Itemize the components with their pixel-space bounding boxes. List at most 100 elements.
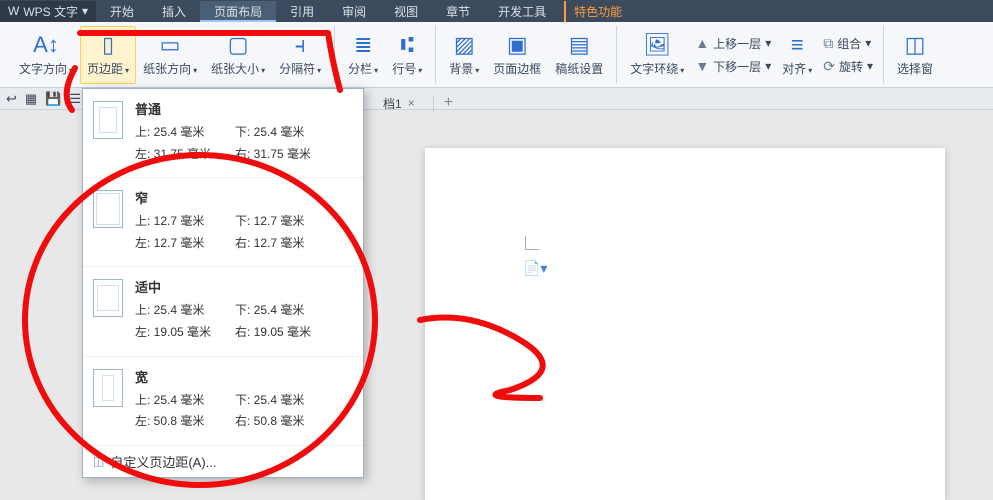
align-icon: ≡ <box>791 32 804 58</box>
page-border-button[interactable]: ▣ 页面边框 <box>486 26 548 84</box>
menubar: W WPS 文字 ▾ 开始 插入 页面布局 引用 审阅 视图 章节 开发工具 特… <box>0 0 993 22</box>
background-button[interactable]: ▨ 背景▾ <box>442 26 486 84</box>
document-tabbar: 档1 × + <box>365 92 463 114</box>
align-button[interactable]: ≡ 对齐▾ <box>775 26 819 84</box>
columns-icon: ≣ <box>354 32 372 58</box>
orientation-label: 纸张方向 <box>143 62 191 76</box>
preset-thumb-icon <box>93 279 123 317</box>
breaks-icon: ⫞ <box>295 32 306 58</box>
menu-review[interactable]: 审阅 <box>328 1 380 22</box>
group-icon: ⧉ <box>823 35 833 52</box>
menu-insert[interactable]: 插入 <box>148 1 200 22</box>
margin-corner-marker <box>525 236 539 250</box>
selection-pane-icon: ◫ <box>905 32 926 58</box>
send-backward-icon: ▼ <box>695 58 709 74</box>
preset-title: 宽 <box>135 367 353 386</box>
bring-forward-button[interactable]: ▲上移一层▾ <box>691 33 775 54</box>
preset-title: 窄 <box>135 188 353 207</box>
orientation-button[interactable]: ▭ 纸张方向▾ <box>136 26 204 84</box>
margin-preset-wide[interactable]: 宽上: 25.4 毫米下: 25.4 毫米左: 50.8 毫米右: 50.8 毫… <box>83 357 363 446</box>
preset-bottom: 下: 12.7 毫米 <box>235 211 335 233</box>
rotate-icon: ⟳ <box>823 58 835 75</box>
margins-label: 页边距 <box>87 62 123 76</box>
send-backward-label: 下移一层 <box>713 58 761 75</box>
group-button[interactable]: ⧉组合▾ <box>819 33 877 54</box>
text-direction-label: 文字方向 <box>19 62 67 76</box>
document-tab[interactable]: 档1 × <box>365 95 434 112</box>
bring-forward-icon: ▲ <box>695 35 709 51</box>
custom-margins-item[interactable]: ◫ 自定义页边距(A)... <box>83 446 363 477</box>
preset-thumb-icon <box>93 190 123 228</box>
columns-button[interactable]: ≣ 分栏▾ <box>341 26 385 84</box>
selection-pane-label: 选择窗 <box>897 60 933 77</box>
app-name[interactable]: W WPS 文字 ▾ <box>0 1 96 22</box>
document-area: 📄▾ <box>365 118 993 500</box>
menu-chapter[interactable]: 章节 <box>432 1 484 22</box>
preset-left: 左: 19.05 毫米 <box>135 322 235 344</box>
manuscript-icon: ▤ <box>569 32 590 58</box>
menu-icon[interactable]: ☰ <box>69 91 81 107</box>
ribbon: A↕ 文字方向▾ ▯ 页边距▾ ▭ 纸张方向▾ ▢ 纸张大小▾ ⫞ 分隔符▾ ≣… <box>0 22 993 88</box>
menu-page-layout[interactable]: 页面布局 <box>200 1 276 22</box>
rotate-label: 旋转 <box>839 58 863 75</box>
manuscript-label: 稿纸设置 <box>555 60 603 77</box>
margin-preset-moderate[interactable]: 适中上: 25.4 毫米下: 25.4 毫米左: 19.05 毫米右: 19.0… <box>83 267 363 356</box>
rotate-button[interactable]: ⟳旋转▾ <box>819 56 877 77</box>
margins-dropdown: 普通上: 25.4 毫米下: 25.4 毫米左: 31.75 毫米右: 31.7… <box>82 88 364 478</box>
line-numbers-label: 行号 <box>392 62 416 76</box>
preset-title: 普通 <box>135 99 353 118</box>
preset-bottom: 下: 25.4 毫米 <box>235 300 335 322</box>
preset-bottom: 下: 25.4 毫米 <box>235 122 335 144</box>
chevron-down-icon: ▾ <box>82 4 88 18</box>
text-wrap-icon: 🖼 <box>643 32 671 58</box>
paper-size-icon: ▢ <box>228 32 249 58</box>
custom-margins-icon: ◫ <box>93 454 104 468</box>
paper-size-label: 纸张大小 <box>211 62 259 76</box>
background-icon: ▨ <box>454 32 475 58</box>
menu-special[interactable]: 特色功能 <box>564 1 636 22</box>
margins-button[interactable]: ▯ 页边距▾ <box>80 26 136 84</box>
text-direction-button[interactable]: A↕ 文字方向▾ <box>12 26 80 84</box>
text-wrap-button[interactable]: 🖼 文字环绕▾ <box>623 26 691 84</box>
breaks-button[interactable]: ⫞ 分隔符▾ <box>272 26 328 84</box>
preset-bottom: 下: 25.4 毫米 <box>235 390 335 412</box>
menu-view[interactable]: 视图 <box>380 1 432 22</box>
background-label: 背景 <box>449 62 473 76</box>
align-label: 对齐 <box>782 62 806 76</box>
breaks-label: 分隔符 <box>279 62 315 76</box>
menu-devtools[interactable]: 开发工具 <box>484 1 560 22</box>
selection-pane-button[interactable]: ◫ 选择窗 <box>890 26 940 84</box>
close-tab-icon[interactable]: × <box>408 96 415 110</box>
undo-icon[interactable]: ↩ <box>6 91 17 107</box>
margin-preset-narrow[interactable]: 窄上: 12.7 毫米下: 12.7 毫米左: 12.7 毫米右: 12.7 毫… <box>83 178 363 267</box>
menu-start[interactable]: 开始 <box>96 1 148 22</box>
preset-top: 上: 25.4 毫米 <box>135 300 235 322</box>
bring-forward-label: 上移一层 <box>713 35 761 52</box>
preset-right: 右: 50.8 毫米 <box>235 411 335 433</box>
tab-label: 档1 <box>383 95 402 112</box>
send-backward-button[interactable]: ▼下移一层▾ <box>691 56 775 77</box>
preset-left: 左: 31.75 毫米 <box>135 144 235 166</box>
text-wrap-label: 文字环绕 <box>630 62 678 76</box>
manuscript-button[interactable]: ▤ 稿纸设置 <box>548 26 610 84</box>
preset-right: 右: 31.75 毫米 <box>235 144 335 166</box>
menu-references[interactable]: 引用 <box>276 1 328 22</box>
line-numbers-button[interactable]: ⑆ 行号▾ <box>385 26 429 84</box>
preset-left: 左: 12.7 毫米 <box>135 233 235 255</box>
paper-size-button[interactable]: ▢ 纸张大小▾ <box>204 26 272 84</box>
orientation-icon: ▭ <box>160 32 181 58</box>
margin-preset-normal[interactable]: 普通上: 25.4 毫米下: 25.4 毫米左: 31.75 毫米右: 31.7… <box>83 89 363 178</box>
preset-thumb-icon <box>93 369 123 407</box>
preset-thumb-icon <box>93 101 123 139</box>
preset-top: 上: 12.7 毫米 <box>135 211 235 233</box>
grid-icon[interactable]: ▦ <box>25 91 37 107</box>
page-border-label: 页面边框 <box>493 60 541 77</box>
save-icon[interactable]: 💾 <box>45 91 61 107</box>
new-tab-button[interactable]: + <box>434 94 463 112</box>
wps-logo: W <box>8 4 19 18</box>
preset-title: 适中 <box>135 277 353 296</box>
preset-top: 上: 25.4 毫米 <box>135 390 235 412</box>
document-page[interactable]: 📄▾ <box>425 148 945 500</box>
columns-label: 分栏 <box>348 62 372 76</box>
text-direction-icon: A↕ <box>33 32 59 58</box>
